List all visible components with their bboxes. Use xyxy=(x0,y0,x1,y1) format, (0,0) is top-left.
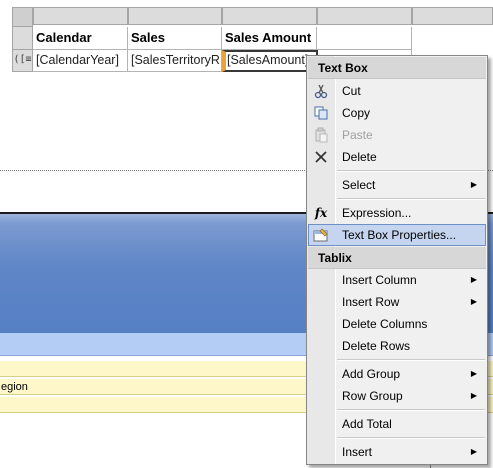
menu-item-text-box-properties[interactable]: Text Box Properties... xyxy=(308,224,486,246)
menu-item-insert-column-label: Insert Column xyxy=(342,273,417,287)
menu-item-insert-row[interactable]: Insert Row ▶ xyxy=(308,291,486,313)
menu-item-add-group[interactable]: Add Group ▶ xyxy=(308,363,486,385)
column-handle-3[interactable] xyxy=(222,7,317,25)
menu-item-expression-label: Expression... xyxy=(342,206,412,220)
menu-item-text-box-properties-label: Text Box Properties... xyxy=(342,228,457,242)
detail-cell-sales-amount-selected[interactable]: [SalesAmount] xyxy=(222,50,318,72)
menu-separator xyxy=(337,359,485,361)
menu-item-select[interactable]: Select ▶ xyxy=(308,174,486,196)
header-cell-sales[interactable]: Sales xyxy=(128,27,222,50)
menu-item-add-group-label: Add Group xyxy=(342,367,401,381)
menu-item-insert[interactable]: Insert ▶ xyxy=(308,441,486,463)
submenu-arrow-icon: ▶ xyxy=(470,297,477,306)
menu-item-select-label: Select xyxy=(342,178,376,192)
row-handle-header[interactable] xyxy=(12,27,33,50)
submenu-arrow-icon: ▶ xyxy=(470,369,477,378)
menu-item-expression[interactable]: fx Expression... xyxy=(308,202,486,224)
tablix-corner-handle[interactable] xyxy=(12,7,33,27)
menu-item-paste-label: Paste xyxy=(342,128,373,142)
column-handle-1[interactable] xyxy=(33,7,128,25)
region-label: egion xyxy=(1,381,28,393)
menu-separator xyxy=(337,409,485,411)
menu-item-delete-rows-label: Delete Rows xyxy=(342,339,411,353)
header-cell-sales-amount[interactable]: Sales Amount xyxy=(222,27,317,50)
column-handle-5[interactable] xyxy=(412,7,493,25)
menu-item-add-total[interactable]: Add Total xyxy=(308,413,486,435)
menu-separator xyxy=(337,437,485,439)
copy-icon xyxy=(313,105,329,121)
scissors-icon xyxy=(313,83,329,99)
menu-item-cut-label: Cut xyxy=(342,84,361,98)
row-group-handle[interactable]: ([≡ xyxy=(12,50,33,72)
context-menu: Text Box Cut Copy Paste Delete Select ▶ … xyxy=(306,55,488,465)
submenu-arrow-icon: ▶ xyxy=(470,275,477,284)
menu-item-insert-row-label: Insert Row xyxy=(342,295,400,309)
column-handle-bar xyxy=(12,7,493,27)
menu-item-delete-columns[interactable]: Delete Columns xyxy=(308,313,486,335)
menu-item-copy-label: Copy xyxy=(342,106,371,120)
menu-item-insert-label: Insert xyxy=(342,445,373,459)
menu-item-delete[interactable]: Delete xyxy=(308,146,486,168)
menu-section-text-box: Text Box xyxy=(308,57,486,79)
submenu-arrow-icon: ▶ xyxy=(470,180,477,189)
menu-item-insert-column[interactable]: Insert Column ▶ xyxy=(308,269,486,291)
menu-item-delete-columns-label: Delete Columns xyxy=(342,317,428,331)
menu-separator xyxy=(337,170,485,172)
menu-item-copy[interactable]: Copy xyxy=(308,102,486,124)
menu-item-cut[interactable]: Cut xyxy=(308,80,486,102)
fx-icon: fx xyxy=(314,206,328,220)
submenu-arrow-icon: ▶ xyxy=(470,391,477,400)
column-handle-4[interactable] xyxy=(317,7,412,25)
menu-item-row-group[interactable]: Row Group ▶ xyxy=(308,385,486,407)
column-handle-2[interactable] xyxy=(128,7,222,25)
menu-item-delete-rows[interactable]: Delete Rows xyxy=(308,335,486,357)
menu-item-delete-label: Delete xyxy=(342,150,377,164)
menu-item-add-total-label: Add Total xyxy=(342,417,392,431)
detail-cell-sales-territory[interactable]: [SalesTerritoryR xyxy=(128,50,222,72)
menu-item-row-group-label: Row Group xyxy=(342,389,403,403)
textbox-properties-icon xyxy=(313,227,329,243)
submenu-arrow-icon: ▶ xyxy=(470,447,477,456)
menu-section-tablix: Tablix xyxy=(308,247,486,269)
delete-x-icon xyxy=(313,149,329,165)
detail-cell-calendar-year[interactable]: [CalendarYear] xyxy=(33,50,128,72)
menu-separator xyxy=(337,198,485,200)
header-cell-empty[interactable] xyxy=(317,27,412,50)
header-cell-calendar[interactable]: Calendar xyxy=(33,27,128,50)
paste-icon xyxy=(313,127,329,143)
menu-item-paste[interactable]: Paste xyxy=(308,124,486,146)
